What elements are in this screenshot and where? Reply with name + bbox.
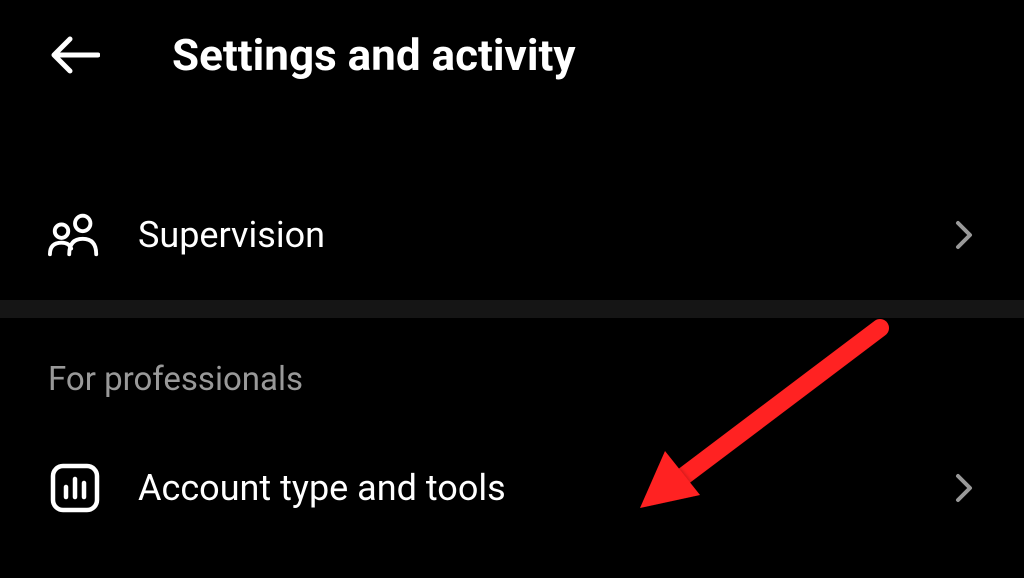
chevron-right-icon [952,476,976,500]
section-divider [0,300,1024,318]
supervision-icon [48,210,102,260]
account-tools-item[interactable]: Account type and tools [0,441,1024,535]
chevron-right-icon [952,223,976,247]
supervision-label: Supervision [138,214,916,256]
header: Settings and activity [0,0,1024,110]
arrow-left-icon [50,35,100,75]
supervision-item[interactable]: Supervision [0,188,1024,282]
page-title: Settings and activity [172,29,576,81]
insights-icon [48,463,102,513]
back-button[interactable] [48,28,102,82]
professionals-section-header: For professionals [0,332,1024,441]
account-tools-label: Account type and tools [138,467,916,509]
